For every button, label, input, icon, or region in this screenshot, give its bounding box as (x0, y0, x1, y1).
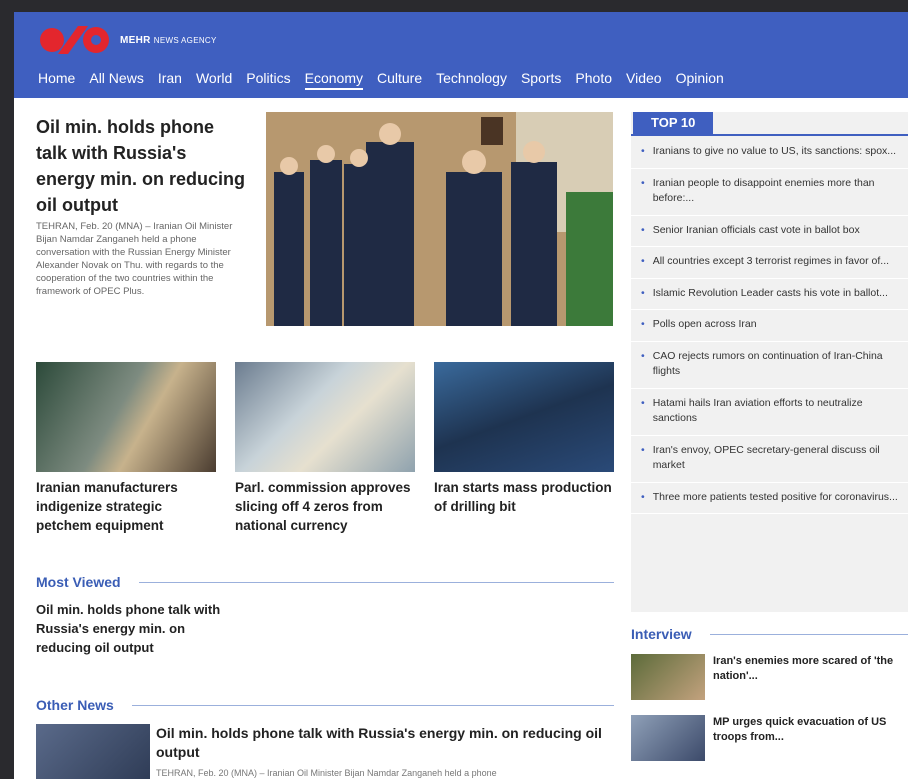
brand-sub: NEWS AGENCY (153, 35, 217, 45)
top10-item-label: All countries except 3 terrorist regimes… (652, 255, 890, 267)
site-logo[interactable]: MEHR NEWS AGENCY (38, 20, 217, 60)
mehr-logo-icon (38, 20, 112, 60)
bullet-icon: • (641, 255, 645, 267)
card-title: Parl. commission approves slicing off 4 … (235, 480, 411, 533)
news-card-3[interactable]: Iran starts mass production of drilling … (434, 362, 614, 516)
interview-photo (631, 715, 705, 761)
top10-item[interactable]: • Islamic Revolution Leader casts his vot… (631, 286, 908, 310)
lead-headline[interactable]: Oil min. holds phone talk with Russia's … (36, 114, 246, 218)
top10-item-label: Iranian people to disappoint enemies mor… (652, 176, 875, 205)
top10-item-label: Polls open across Iran (652, 318, 757, 330)
news-card-2[interactable]: Parl. commission approves slicing off 4 … (235, 362, 415, 535)
interview-item-2[interactable]: MP urges quick evacuation of US troops f… (631, 715, 908, 761)
top10-item[interactable]: • Three more patients tested positive for… (631, 490, 908, 514)
site-header: MEHR NEWS AGENCY Home All News Iran World Po… (14, 12, 908, 98)
nav-item-politics[interactable]: Politics (246, 70, 290, 90)
interview-title: MP urges quick evacuation of US troops f… (713, 716, 887, 743)
top10-item-label: Three more patients tested positive for … (652, 490, 898, 503)
nav-item-world[interactable]: World (196, 70, 232, 90)
interview-heading: Interview (631, 626, 908, 642)
top10-item[interactable]: • Iranian people to disappoint enemies mo… (631, 176, 908, 216)
top10-item-label: Senior Iranian officials cast vote in ba… (652, 223, 860, 236)
nav-item-all-news[interactable]: All News (89, 70, 143, 90)
nav-item-opinion[interactable]: Opinion (676, 70, 724, 90)
bullet-icon: • (641, 145, 645, 157)
bullet-icon: • (641, 490, 645, 503)
interview-title: Iran's enemies more scared of 'the natio… (713, 655, 894, 682)
top10-item-label: Iranians to give no value to US, its san… (652, 145, 897, 157)
card-title: Iran starts mass production of drilling … (434, 480, 612, 514)
nav-item-home[interactable]: Home (38, 70, 75, 90)
nav-item-economy[interactable]: Economy (304, 70, 363, 90)
interview-item-1[interactable]: Iran's enemies more scared of 'the natio… (631, 654, 908, 700)
nav-item-video[interactable]: Video (626, 70, 662, 90)
nav-item-sports[interactable]: Sports (521, 70, 561, 90)
section-title: Other News (36, 697, 114, 713)
lead-photo[interactable] (266, 112, 613, 326)
nav-item-culture[interactable]: Culture (377, 70, 422, 90)
other-news-photo[interactable] (36, 724, 150, 779)
bullet-icon: • (641, 349, 645, 362)
top10-item-label: Islamic Revolution Leader casts his vote… (652, 286, 888, 299)
section-title: Interview (631, 626, 692, 642)
section-title: Most Viewed (36, 574, 121, 590)
card-title: Iranian manufacturers indigenize strateg… (36, 480, 178, 533)
top10-item[interactable]: • Iranians to give no value to US, its sa… (631, 144, 908, 169)
other-news-heading: Other News (36, 697, 614, 713)
nav-item-photo[interactable]: Photo (575, 70, 612, 90)
bullet-icon: • (641, 176, 645, 189)
main-nav: Home All News Iran World Politics Economy Cult… (38, 70, 738, 90)
bullet-icon: • (641, 223, 645, 236)
card-photo (434, 362, 614, 472)
most-viewed-heading: Most Viewed (36, 574, 614, 590)
top10-item[interactable]: • Hatami hails Iran aviation efforts to n… (631, 396, 908, 436)
bullet-icon: • (641, 396, 645, 409)
other-news-title[interactable]: Oil min. holds phone talk with Russia's … (156, 724, 616, 762)
nav-item-iran[interactable]: Iran (158, 70, 182, 90)
card-photo (235, 362, 415, 472)
top10-panel: TOP 10 • Iranians to give no value to US,… (631, 112, 908, 612)
top10-item-label: Hatami hails Iran aviation efforts to ne… (652, 396, 863, 425)
top10-item[interactable]: • All countries except 3 terrorist regime… (631, 254, 908, 279)
top10-item[interactable]: • CAO rejects rumors on continuation of I… (631, 349, 908, 389)
interview-photo (631, 654, 705, 700)
nav-item-technology[interactable]: Technology (436, 70, 507, 90)
bullet-icon: • (641, 318, 645, 330)
browser-page: MEHR NEWS AGENCY Home All News Iran World Po… (14, 12, 908, 779)
top10-item-label: Iran's envoy, OPEC secretary-general dis… (652, 443, 880, 472)
top10-item[interactable]: • Senior Iranian officials cast vote in b… (631, 223, 908, 247)
most-viewed-item[interactable]: Oil min. holds phone talk with Russia's … (36, 600, 221, 657)
bullet-icon: • (641, 286, 645, 299)
brand-name: MEHR (120, 34, 151, 46)
news-card-1[interactable]: Iranian manufacturers indigenize strateg… (36, 362, 216, 535)
card-photo (36, 362, 216, 472)
top10-list: • Iranians to give no value to US, its sa… (631, 144, 908, 521)
top10-item[interactable]: • Iran's envoy, OPEC secretary-general di… (631, 443, 908, 483)
bullet-icon: • (641, 443, 645, 456)
top10-item-label: CAO rejects rumors on continuation of Ir… (652, 349, 883, 378)
top10-heading: TOP 10 (633, 112, 714, 134)
top10-item[interactable]: • Polls open across Iran (631, 317, 908, 342)
lead-summary: TEHRAN, Feb. 20 (MNA) – Iranian Oil Mini… (36, 221, 233, 297)
other-news-summary: TEHRAN, Feb. 20 (MNA) – Iranian Oil Mini… (156, 768, 497, 778)
